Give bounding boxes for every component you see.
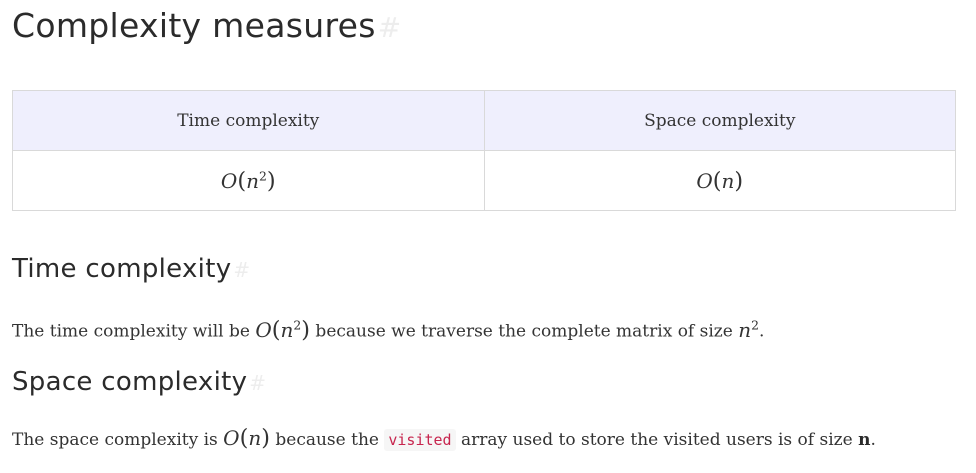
space-complexity-value: O(n)	[483, 150, 956, 211]
time-complexity-paragraph: The time complexity will be O(n2) becaus…	[12, 316, 765, 343]
time-complexity-value: O(n2)	[12, 150, 485, 211]
page-title: Complexity measures#	[12, 4, 401, 50]
size-bold-n: n	[858, 430, 871, 450]
table-header-row: Time complexity Space complexity	[12, 90, 956, 151]
page-title-text: Complexity measures	[12, 6, 376, 45]
time-paragraph-math: O(n2)	[255, 316, 311, 343]
time-complexity-math: O(n2)	[220, 167, 276, 194]
complexity-table: Time complexity Space complexity O(n2) O…	[12, 90, 956, 211]
table-header-time: Time complexity	[12, 90, 485, 151]
space-heading-anchor-link[interactable]: #	[249, 371, 266, 395]
space-paragraph-math: O(n)	[223, 425, 270, 451]
visited-code: visited	[384, 429, 456, 451]
time-complexity-heading: Time complexity #	[12, 254, 251, 284]
matrix-size-math: n2	[738, 317, 759, 342]
space-complexity-heading: Space complexity #	[12, 367, 267, 397]
table-header-space: Space complexity	[483, 90, 956, 151]
title-anchor-link[interactable]: #	[378, 11, 402, 44]
space-complexity-paragraph: The space complexity is O(n) because the…	[12, 425, 876, 451]
table-row: O(n2) O(n)	[12, 150, 956, 211]
space-complexity-math: O(n)	[696, 167, 744, 194]
time-heading-anchor-link[interactable]: #	[233, 258, 250, 282]
